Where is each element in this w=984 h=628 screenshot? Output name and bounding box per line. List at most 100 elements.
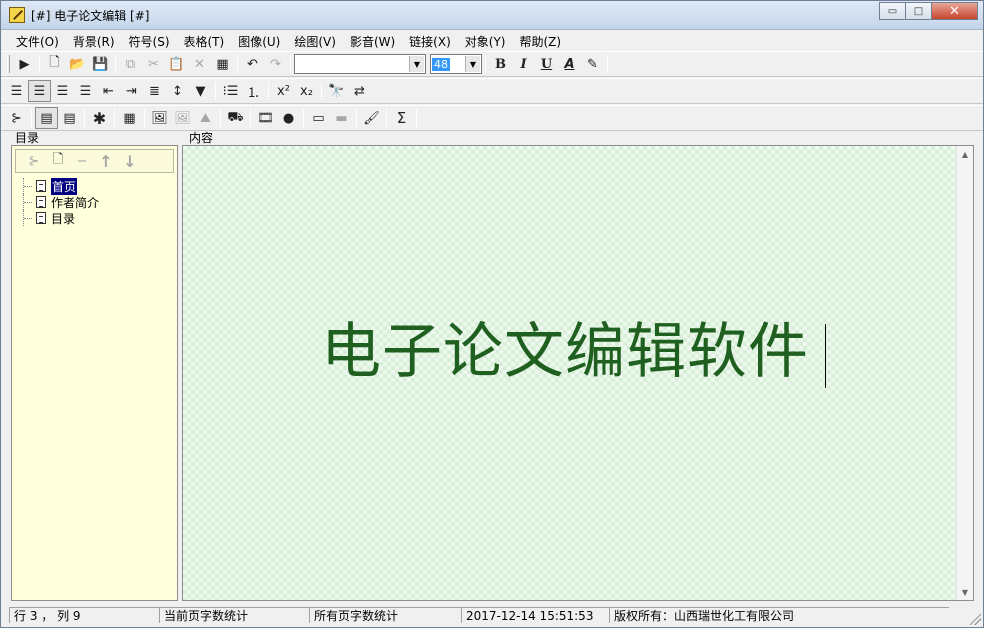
toc-move-down-button[interactable]: ↓ [118,150,142,172]
image-props-button[interactable]: 🖼 [171,107,194,129]
menu-background[interactable]: 背景(R) [66,33,122,50]
image-edit-button[interactable]: ⛰ [194,107,217,129]
formula-button[interactable]: Σ [390,107,413,129]
toc-add-child-button[interactable]: ⊱ [22,150,46,172]
new-button[interactable]: 🗋 [43,53,66,75]
maximize-button[interactable]: □ [905,2,932,20]
copy-button[interactable]: ⧉ [119,53,142,75]
tree-button[interactable]: ⊱ [5,107,28,129]
audio-button[interactable]: ● [277,107,300,129]
toc-remove-button[interactable]: − [70,150,94,172]
indent-first-button[interactable]: ≣ [143,80,166,102]
frame-alt-button[interactable]: ▬ [330,107,353,129]
cut-button[interactable]: ✂ [142,53,165,75]
align-right-button[interactable]: ☰ [51,80,74,102]
align-left-button[interactable]: ☰ [5,80,28,102]
outdent-button[interactable]: ⇤ [97,80,120,102]
toolbar-separator [321,82,322,100]
speaker-icon: ● [282,110,295,126]
indent-button[interactable]: ⇥ [120,80,143,102]
resize-grip-icon[interactable] [969,613,981,625]
select-all-button[interactable]: ▦ [211,53,234,75]
menu-bar: 文件(O) 背景(R) 符号(S) 表格(T) 图像(U) 绘图(V) 影音(W… [1,31,983,51]
status-bar: 行 3 ， 列 9 当前页字数统计 所有页字数统计 2017-12-14 15:… [1,603,983,627]
draw-button[interactable]: ⛟ [224,107,247,129]
grid-icon: ▦ [216,56,229,72]
window-controls: ▭ □ ✕ [879,2,978,20]
save-button[interactable]: 💾 [89,53,112,75]
scroll-down-icon[interactable]: ▼ [957,584,973,600]
toc-add-page-button[interactable]: 🗋 [46,150,70,172]
align-center-button[interactable]: ☰ [28,80,51,102]
frame-filled-icon: ▬ [335,110,348,126]
title-bar[interactable]: [#] 电子论文编辑 [#] ▭ □ ✕ [1,1,983,30]
find-button[interactable]: 🔭 [325,80,348,102]
tree-item-toc[interactable]: 目录 [20,210,99,226]
menu-symbol[interactable]: 符号(S) [122,33,177,50]
font-name-select[interactable]: ▼ [294,54,426,74]
delete-button[interactable]: ✕ [188,53,211,75]
text-caret [825,324,826,388]
redo-icon: ↷ [270,56,281,72]
toolbar-separator [250,109,251,127]
format-brush-button[interactable]: 🖌 [360,107,383,129]
toolbar-separator [84,109,85,127]
menu-help[interactable]: 帮助(Z) [512,33,568,50]
toolbar-separator [290,55,291,73]
toolbar-separator [485,55,486,73]
font-color-button[interactable]: A [558,53,581,75]
document-icon [36,196,46,208]
line-spacing-button[interactable]: ↕ [166,80,189,102]
page-view-button[interactable]: ▤ [35,107,58,129]
bullet-list-button[interactable]: ⁝☰ [219,80,242,102]
menu-file[interactable]: 文件(O) [9,33,66,50]
play-button[interactable]: ▶ [13,53,36,75]
outdent-icon: ⇤ [103,83,114,99]
menu-link[interactable]: 链接(X) [402,33,458,50]
table-icon: ▦ [123,110,136,126]
tree-item-author[interactable]: 作者简介 [20,194,99,210]
menu-image[interactable]: 图像(U) [231,33,287,50]
superscript-button[interactable]: x² [272,80,295,102]
toolbar-grip[interactable] [7,55,10,73]
open-button[interactable]: 📂 [66,53,89,75]
paste-button[interactable]: 📋 [165,53,188,75]
minimize-button[interactable]: ▭ [879,2,906,20]
italic-button[interactable]: I [512,53,535,75]
subscript-button[interactable]: x₂ [295,80,318,102]
dropdown-arrow-icon[interactable]: ▼ [465,56,480,72]
menu-object[interactable]: 对象(Y) [458,33,513,50]
numbered-list-button[interactable]: ⒈ [242,80,265,102]
find-replace-button[interactable]: ✎ [581,53,604,75]
picture-disabled-icon: 🖼 [174,110,191,126]
redo-button[interactable]: ↷ [264,53,287,75]
tree-item-home[interactable]: 首页 [20,177,99,195]
toc-move-up-button[interactable]: ↑ [94,150,118,172]
justify-button[interactable]: ☰ [74,80,97,102]
undo-button[interactable]: ↶ [241,53,264,75]
replace-button[interactable]: ⇄ [348,80,371,102]
close-button[interactable]: ✕ [931,2,978,20]
document-heading[interactable]: 电子论文编辑软件 [321,322,809,382]
content-editor[interactable]: 电子论文编辑软件 ▲ ▼ [182,145,974,601]
bold-button[interactable]: B [489,53,512,75]
insert-image-button[interactable]: 🖼 [148,107,171,129]
justify-icon: ☰ [79,83,92,99]
video-button[interactable]: 🎞 [254,107,277,129]
frame-button[interactable]: ▭ [307,107,330,129]
tree-item-label: 作者简介 [51,195,100,210]
menu-table[interactable]: 表格(T) [177,33,232,50]
bullet-list-icon: ⁝☰ [222,83,239,99]
menu-media[interactable]: 影音(W) [343,33,402,50]
line-spacing-dropdown[interactable]: ▼ [189,80,212,102]
content-panel-label: 内容 [189,131,214,145]
symbol-button[interactable]: ✱ [88,107,111,129]
menu-draw[interactable]: 绘图(V) [287,33,343,50]
insert-table-button[interactable]: ▦ [118,107,141,129]
page-view-alt-button[interactable]: ▤ [58,107,81,129]
underline-button[interactable]: U [535,53,558,75]
font-size-select[interactable]: 48 ▼ [430,54,482,74]
dropdown-arrow-icon[interactable]: ▼ [409,56,424,72]
scroll-up-icon[interactable]: ▲ [957,146,973,162]
vertical-scrollbar[interactable]: ▲ ▼ [956,146,973,600]
